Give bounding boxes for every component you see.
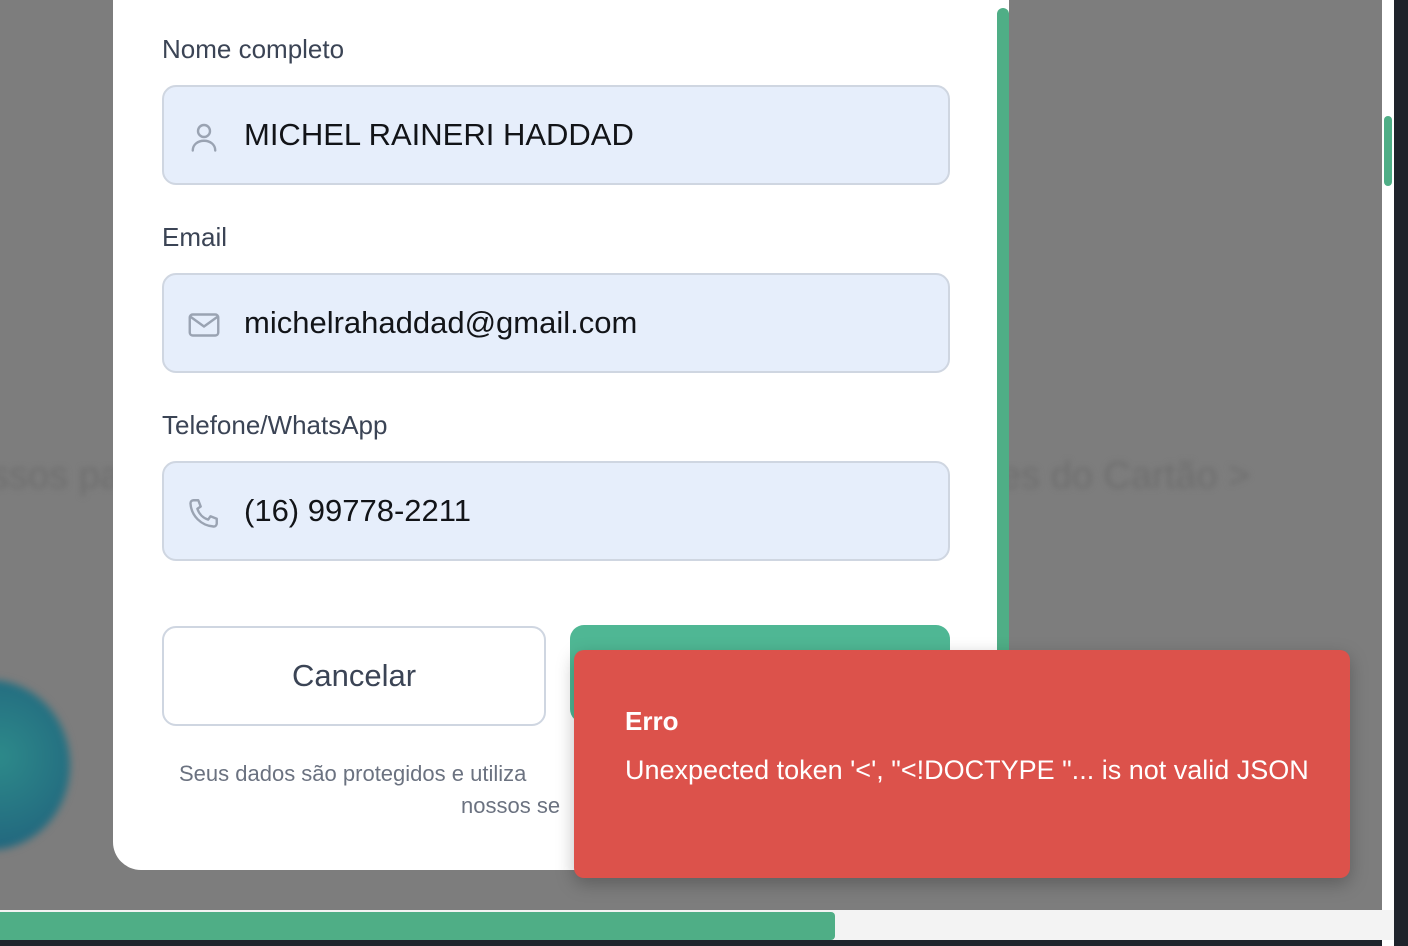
phone-field[interactable]: (16) 99778-2211 <box>162 461 950 561</box>
error-toast-title: Erro <box>625 706 679 736</box>
error-toast-message: Unexpected token '<', "<!DOCTYPE "... is… <box>625 755 1309 785</box>
phone-label: Telefone/WhatsApp <box>162 410 388 440</box>
email-value: michelrahaddad@gmail.com <box>244 305 638 340</box>
name-value: MICHEL RAINERI HADDAD <box>244 117 634 152</box>
background-text-right: es do Cartão > <box>1000 455 1251 497</box>
email-label: Email <box>162 222 228 252</box>
user-icon <box>191 123 217 152</box>
background-text-left: ssos pa <box>0 455 121 497</box>
email-field[interactable]: michelrahaddad@gmail.com <box>162 273 950 373</box>
cancel-button[interactable]: Cancelar <box>162 626 546 726</box>
page-horizontal-scrollbar-thumb[interactable] <box>0 912 835 940</box>
phone-value: (16) 99778-2211 <box>244 493 471 528</box>
name-field[interactable]: MICHEL RAINERI HADDAD <box>162 85 950 185</box>
page-vertical-scrollbar-thumb[interactable] <box>1384 116 1392 186</box>
name-label: Nome completo <box>162 34 345 64</box>
error-toast[interactable]: Erro Unexpected token '<', "<!DOCTYPE ".… <box>574 650 1350 878</box>
background-blob <box>0 680 70 850</box>
phone-icon <box>189 499 218 528</box>
mail-icon <box>188 313 220 337</box>
